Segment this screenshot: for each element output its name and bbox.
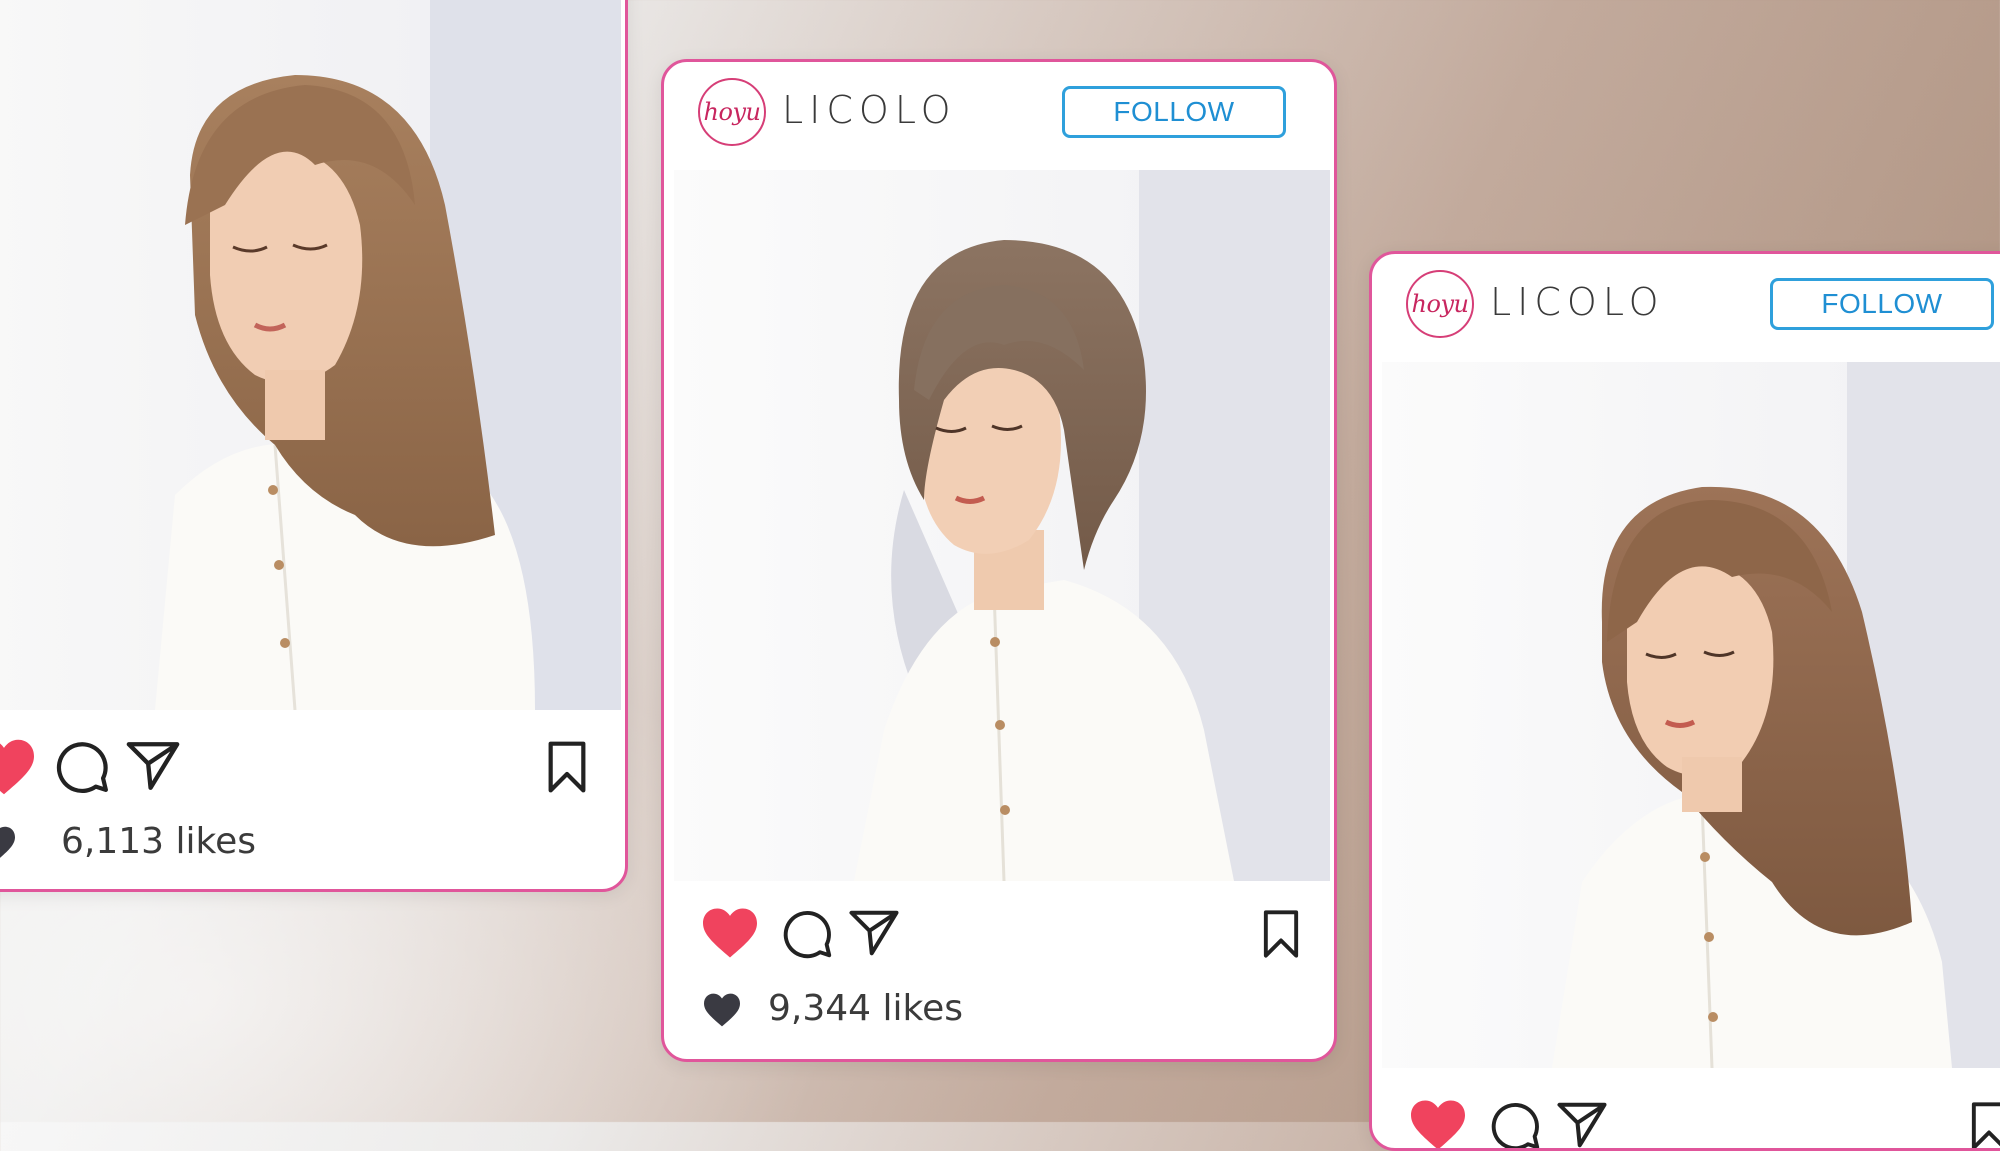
heart-icon[interactable] <box>700 906 760 960</box>
share-icon[interactable] <box>1554 1098 1610 1151</box>
account-name[interactable]: LICOLO <box>782 88 957 132</box>
bookmark-icon[interactable] <box>1968 1100 2000 1151</box>
post-card-right: hoyu LICOLO FOLLOW <box>1369 251 2000 1151</box>
likes-count: 9,344 likes <box>768 988 963 1029</box>
comment-icon[interactable] <box>782 908 834 960</box>
post-actions <box>0 733 625 803</box>
comment-icon[interactable] <box>1490 1100 1542 1151</box>
follow-button[interactable]: FOLLOW <box>1770 278 1994 330</box>
likes-row: 6,113 likes <box>0 817 363 867</box>
follow-button[interactable]: FOLLOW <box>1062 86 1286 138</box>
post-photo <box>674 170 1330 881</box>
brand-logo: hoyu <box>698 78 766 146</box>
post-card-left: 6,113 likes <box>0 0 628 892</box>
small-heart-icon <box>0 826 15 858</box>
comment-icon[interactable] <box>55 739 111 795</box>
small-heart-icon <box>704 993 740 1027</box>
post-photo <box>1382 362 2000 1068</box>
post-header: hoyu LICOLO FOLLOW <box>1372 254 2000 362</box>
share-icon[interactable] <box>123 737 183 795</box>
post-header: hoyu LICOLO FOLLOW <box>664 62 1334 170</box>
bookmark-icon[interactable] <box>1260 908 1302 960</box>
bookmark-icon[interactable] <box>545 739 589 795</box>
heart-icon[interactable] <box>0 737 37 797</box>
post-actions <box>1372 1094 2000 1151</box>
share-icon[interactable] <box>846 906 902 960</box>
brand-logo: hoyu <box>1406 270 1474 338</box>
post-photo <box>0 0 621 710</box>
likes-count: 6,113 likes <box>61 821 256 862</box>
post-card-center: hoyu LICOLO FOLLOW 9,344 likes <box>661 59 1337 1062</box>
heart-icon[interactable] <box>1408 1098 1468 1151</box>
account-name[interactable]: LICOLO <box>1490 280 1665 324</box>
likes-row: 9,344 likes <box>664 982 1064 1032</box>
post-actions <box>664 902 1334 972</box>
